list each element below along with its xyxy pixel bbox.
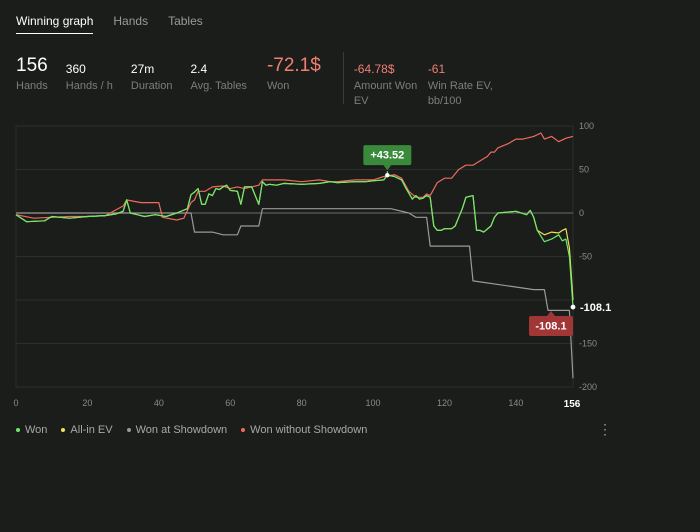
winning-graph-chart[interactable]: 100500-50-150-200 0 20 40 60 80 100 120 140 156 … bbox=[0, 120, 700, 420]
stat-amount-won-ev: -64.78$ Amount Won EV bbox=[354, 56, 424, 109]
legend-dot-allin-ev bbox=[61, 428, 66, 432]
legend-label-won: Won bbox=[25, 424, 48, 436]
tab-winning-graph[interactable]: Winning graph bbox=[16, 14, 94, 34]
y-tick-label: -50 bbox=[579, 252, 592, 262]
tab-hands[interactable]: Hands bbox=[113, 14, 148, 34]
stat-duration-value: 27m bbox=[130, 62, 155, 76]
series-line-all-in-ev bbox=[15, 174, 574, 301]
stat-avg-tables: 2.4 Avg. Tables bbox=[190, 56, 246, 94]
legend-item-won[interactable]: Won bbox=[16, 424, 47, 436]
stat-hands-per-hour-value: 360 bbox=[65, 62, 86, 76]
legend-item-won-without-showdown[interactable]: Won without Showdown bbox=[241, 424, 367, 436]
x-tick-label: 80 bbox=[297, 398, 307, 408]
stat-duration: 27m Duration bbox=[131, 56, 173, 94]
stat-win-rate-ev-value: -61 bbox=[427, 62, 446, 76]
legend-item-won-at-showdown[interactable]: Won at Showdown bbox=[126, 424, 228, 436]
x-tick-label: 40 bbox=[154, 398, 164, 408]
legend-dot-won-at-showdown bbox=[126, 428, 131, 432]
legend-item-allin-ev[interactable]: All-in EV bbox=[61, 424, 113, 436]
legend-label-won-at-showdown: Won at Showdown bbox=[135, 424, 228, 436]
x-tick-label: 20 bbox=[82, 398, 92, 408]
stat-duration-label: Duration bbox=[130, 80, 173, 92]
y-tick-label: 0 bbox=[579, 208, 584, 218]
end-marker bbox=[570, 304, 576, 310]
legend-dot-won-without-showdown bbox=[241, 428, 246, 432]
x-tick-label: 120 bbox=[437, 398, 452, 408]
chart-grid bbox=[15, 125, 574, 388]
stat-hands-value: 156 bbox=[16, 55, 48, 76]
stat-hands: 156 Hands bbox=[16, 56, 48, 94]
end-badge-label: -108.1 bbox=[535, 321, 566, 333]
stat-win-rate-ev: -61 Win Rate EV, bb/100 bbox=[428, 56, 498, 109]
stat-avg-tables-value: 2.4 bbox=[190, 62, 208, 76]
legend-label-allin-ev: All-in EV bbox=[70, 424, 113, 436]
stat-avg-tables-label: Avg. Tables bbox=[190, 80, 247, 92]
peak-badge-label: +43.52 bbox=[370, 150, 404, 162]
y-axis-ticks: 100 50 0 -50 -150 -200 bbox=[579, 121, 597, 392]
stat-won: -72.1$ Won bbox=[267, 56, 321, 94]
series-line-won bbox=[15, 174, 574, 308]
stat-hands-per-hour: 360 Hands / h bbox=[66, 56, 113, 94]
series-line-won-at-showdown bbox=[16, 208, 574, 379]
x-axis-ticks: 0 20 40 60 80 100 120 140 156 bbox=[13, 398, 580, 410]
tab-tables[interactable]: Tables bbox=[168, 14, 203, 34]
x-highlight-label: 156 bbox=[564, 399, 581, 410]
y-tick-label: -200 bbox=[579, 382, 597, 392]
y-tick-label: -150 bbox=[579, 339, 597, 349]
stat-win-rate-ev-label: Win Rate EV, bb/100 bbox=[427, 80, 493, 107]
series-line-won-without-showdown bbox=[15, 132, 574, 221]
y-tick-label: 100 bbox=[579, 121, 594, 131]
x-tick-label: 0 bbox=[13, 398, 18, 408]
x-tick-label: 140 bbox=[508, 398, 523, 408]
peak-marker bbox=[385, 172, 390, 178]
chart-annotations: +43.52 -108.1 -108.1 bbox=[363, 145, 611, 337]
stat-amount-won-ev-label: Amount Won EV bbox=[353, 80, 418, 107]
stat-amount-won-ev-value: -64.78$ bbox=[353, 62, 395, 76]
stats-bar: 156 Hands 360 Hands / h 27m Duration 2.4… bbox=[16, 52, 516, 109]
chart-legend: Won All-in EV Won at Showdown Won withou… bbox=[16, 424, 367, 436]
stat-won-label: Won bbox=[266, 80, 290, 92]
legend-dot-won bbox=[16, 428, 20, 432]
end-badge-pointer bbox=[547, 311, 555, 317]
stats-divider bbox=[342, 52, 344, 104]
stat-hands-per-hour-label: Hands / h bbox=[65, 80, 113, 92]
tab-bar: Winning graph Hands Tables bbox=[16, 14, 203, 34]
stat-hands-label: Hands bbox=[16, 80, 48, 92]
stat-won-value: -72.1$ bbox=[266, 55, 321, 76]
more-options-icon[interactable]: ⋮ bbox=[598, 422, 612, 436]
y-tick-label: 50 bbox=[579, 165, 589, 175]
end-value-label: -108.1 bbox=[580, 302, 611, 314]
x-tick-label: 100 bbox=[366, 398, 381, 408]
legend-label-won-without-showdown: Won without Showdown bbox=[250, 424, 368, 436]
x-tick-label: 60 bbox=[225, 398, 235, 408]
